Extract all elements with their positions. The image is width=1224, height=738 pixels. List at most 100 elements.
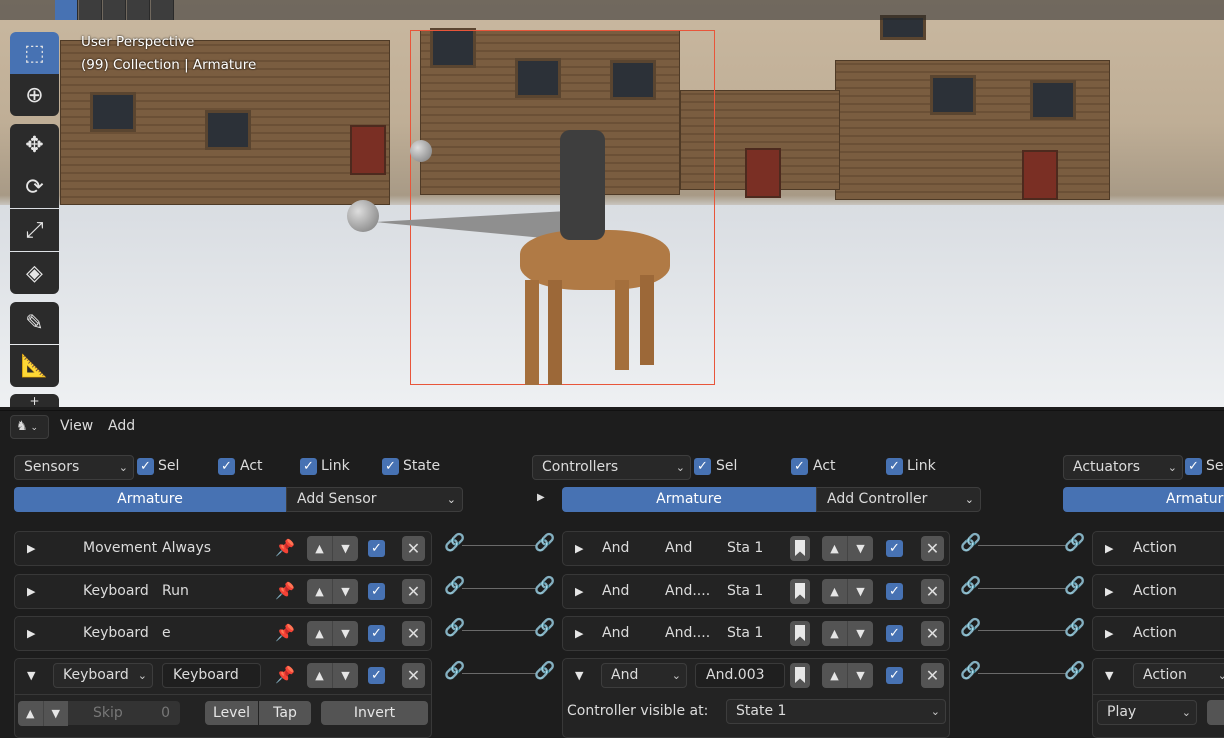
remove-controller-button[interactable]: ✕ [921,536,944,561]
controller-link[interactable]: 🔗 🔗 [960,533,1085,557]
remove-sensor-button[interactable]: ✕ [402,663,425,688]
expand-triangle-icon[interactable]: ▶ [27,627,35,640]
expand-triangle-icon[interactable]: ▶ [27,585,35,598]
menu-view[interactable]: View [60,418,93,434]
pin-icon[interactable]: 📌 [275,538,295,557]
collapse-triangle-icon[interactable]: ▼ [575,669,583,682]
controller-type-dropdown[interactable]: And ⌄ [601,663,687,688]
move-icon[interactable]: ✥ [10,124,59,166]
pin-icon[interactable]: 📌 [275,623,295,642]
sensor-link[interactable]: 🔗 🔗 [444,618,555,642]
menu-add[interactable]: Add [108,418,135,434]
controllers-sel-checkbox[interactable]: ✓ [694,458,711,475]
play-mode-dropdown[interactable]: Play ⌄ [1097,700,1197,725]
sensor-active-checkbox[interactable]: ✓ [368,583,385,600]
controller-active-checkbox[interactable]: ✓ [886,583,903,600]
controllers-link-checkbox[interactable]: ✓ [886,458,903,475]
controller-link[interactable]: 🔗 🔗 [960,618,1085,642]
sensor-link[interactable]: 🔗 🔗 [444,661,555,685]
select-intersect-icon[interactable] [151,0,174,20]
sensor-active-checkbox[interactable]: ✓ [368,625,385,642]
sensors-link-checkbox[interactable]: ✓ [300,458,317,475]
skip-field[interactable]: Skip 0 [68,701,180,725]
measure-icon[interactable]: 📐 [10,345,59,387]
move-up-down-buttons[interactable]: ▲ ▼ [822,663,873,688]
sensors-object-armature[interactable]: Armature [14,487,286,512]
select-extend-icon[interactable] [79,0,102,20]
controllers-act-checkbox[interactable]: ✓ [791,458,808,475]
controllers-dropdown[interactable]: Controllers ⌄ [532,455,691,480]
expand-triangle-icon[interactable]: ▶ [1105,585,1113,598]
annotate-icon[interactable]: ✎ [10,302,59,344]
move-up-down-buttons[interactable]: ▲ ▼ [307,536,358,561]
controller-link[interactable]: 🔗 🔗 [960,661,1085,685]
controllers-object-armature[interactable]: Armature [562,487,816,512]
expand-triangle-icon[interactable]: ▶ [1105,627,1113,640]
actuator-type-dropdown[interactable]: Action ⌄ [1133,663,1224,688]
sensors-state-checkbox[interactable]: ✓ [382,458,399,475]
select-box-icon[interactable]: ⬚ [10,32,59,74]
controller-link[interactable]: 🔗 🔗 [960,576,1085,600]
expand-triangle-icon[interactable]: ▶ [575,627,583,640]
sensor-link[interactable]: 🔗 🔗 [444,576,555,600]
move-up-down-buttons[interactable]: ▲ ▼ [307,621,358,646]
bookmark-icon[interactable] [790,536,810,561]
sensor-active-checkbox[interactable]: ✓ [368,540,385,557]
remove-controller-button[interactable]: ✕ [921,579,944,604]
expand-triangle-icon[interactable]: ▶ [27,542,35,555]
bookmark-icon[interactable] [790,663,810,688]
move-up-down-buttons[interactable]: ▲ ▼ [822,621,873,646]
collapse-triangle-icon[interactable]: ▼ [1105,669,1113,682]
add-sensor-dropdown[interactable]: Add Sensor ⌄ [286,487,463,512]
remove-sensor-button[interactable]: ✕ [402,579,425,604]
controller-active-checkbox[interactable]: ✓ [886,540,903,557]
expand-triangle-icon[interactable]: ▶ [575,542,583,555]
expand-triangle-icon[interactable]: ▶ [575,585,583,598]
select-subtract-icon[interactable] [103,0,126,20]
move-up-down-buttons[interactable]: ▲ ▼ [307,579,358,604]
3d-viewport[interactable]: ⬚ ⊕ ✥ ⟳ ⤢ ◈ ✎ 📐 + User Perspective (99) … [0,0,1224,407]
add-controller-dropdown[interactable]: Add Controller ⌄ [816,487,981,512]
tap-button[interactable]: Tap [259,701,311,725]
rotate-icon[interactable]: ⟳ [10,166,59,208]
collapse-triangle-icon[interactable]: ▼ [27,669,35,682]
invert-button[interactable]: Invert [321,701,428,725]
sensors-dropdown[interactable]: Sensors ⌄ [14,455,134,480]
sensor-type-dropdown[interactable]: Keyboard ⌄ [53,663,153,688]
pin-icon[interactable]: 📌 [275,665,295,684]
controller-active-checkbox[interactable]: ✓ [886,667,903,684]
add-cube-icon[interactable]: + [10,394,59,407]
cursor-icon[interactable]: ⊕ [10,74,59,116]
actuators-object-armature[interactable]: Armature [1063,487,1224,512]
pin-icon[interactable]: 📌 [275,581,295,600]
actuators-sel-checkbox[interactable]: ✓ [1185,458,1202,475]
state-expand-icon[interactable]: ▶ [537,492,545,503]
remove-sensor-button[interactable]: ✕ [402,536,425,561]
editor-type-button[interactable]: ♞ ⌄ [10,415,49,439]
sensor-name-field[interactable]: Keyboard [162,663,261,688]
sensors-act-checkbox[interactable]: ✓ [218,458,235,475]
sensors-sel-checkbox[interactable]: ✓ [137,458,154,475]
bookmark-icon[interactable] [790,579,810,604]
controller-active-checkbox[interactable]: ✓ [886,625,903,642]
select-new-icon[interactable] [55,0,78,20]
move-up-down-buttons[interactable]: ▲ ▼ [822,579,873,604]
remove-sensor-button[interactable]: ✕ [402,621,425,646]
sensor-active-checkbox[interactable]: ✓ [368,667,385,684]
move-up-down-buttons[interactable]: ▲ ▼ [822,536,873,561]
remove-controller-button[interactable]: ✕ [921,663,944,688]
controller-state-dropdown[interactable]: State 1 ⌄ [726,699,946,724]
actuator-button[interactable] [1207,700,1224,725]
expand-triangle-icon[interactable]: ▶ [1105,542,1113,555]
level-button[interactable]: Level [205,701,258,725]
select-difference-icon[interactable] [127,0,150,20]
transform-icon[interactable]: ◈ [10,252,59,294]
bookmark-icon[interactable] [790,621,810,646]
actuators-dropdown[interactable]: Actuators ⌄ [1063,455,1183,480]
remove-controller-button[interactable]: ✕ [921,621,944,646]
controller-name-field[interactable]: And.003 [695,663,785,688]
pulse-up-down-buttons[interactable]: ▲ ▼ [18,701,68,726]
scale-icon[interactable]: ⤢ [10,209,59,251]
sensor-link[interactable]: 🔗 🔗 [444,533,555,557]
move-up-down-buttons[interactable]: ▲ ▼ [307,663,358,688]
